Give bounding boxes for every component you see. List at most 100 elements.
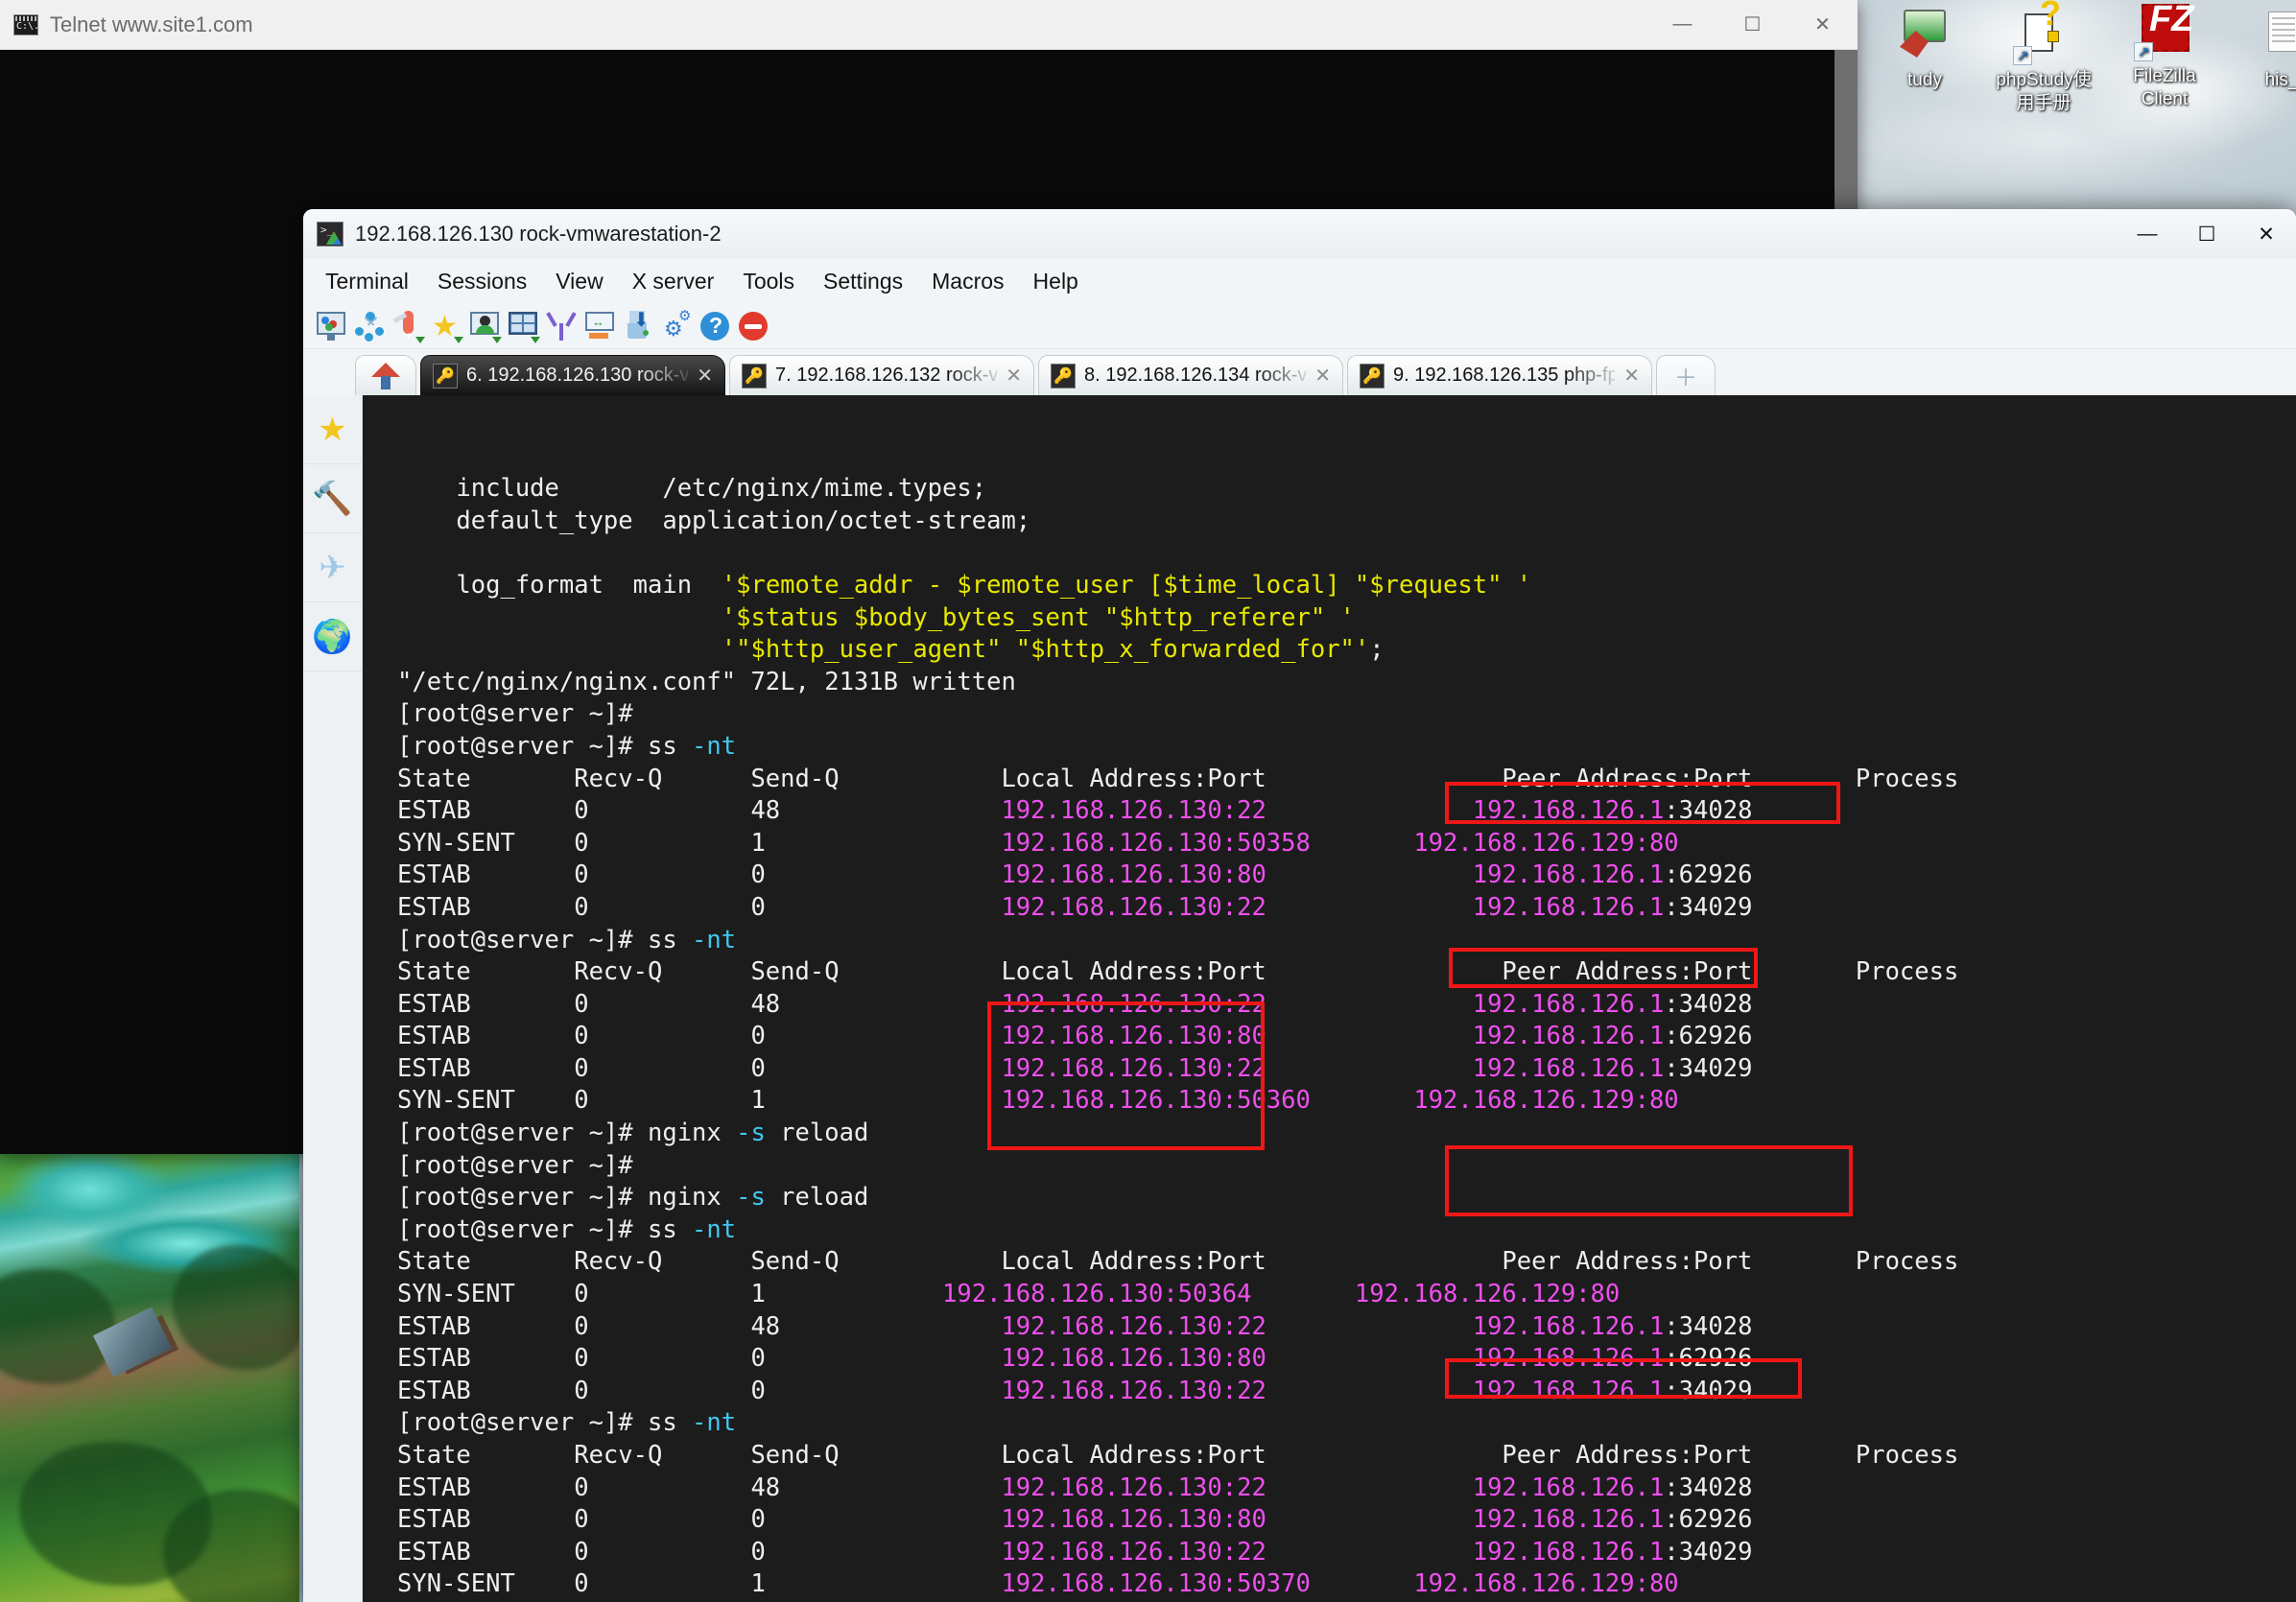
terminal-text: ESTAB 0 0 — [397, 860, 942, 889]
tab-close-icon[interactable]: ✕ — [1314, 364, 1331, 388]
terminal-text: 192.168.126.130:22 192.168.126.1 — [942, 796, 1664, 825]
terminal-text: '$remote_addr - $remote_user [$time_loca… — [722, 571, 1531, 600]
terminal-text: State Recv-Q Send-Q Local Address:Port P… — [397, 1247, 1958, 1276]
menu-item-tools[interactable]: Tools — [728, 263, 809, 300]
desktop-icon-phpstudy-manual[interactable]: ? ↗ phpStudy使 用手册 — [1986, 6, 2101, 115]
session-icon[interactable] — [315, 310, 347, 342]
star-icon[interactable]: ★ — [430, 310, 462, 342]
terminal-text: ESTAB 0 0 — [397, 1054, 942, 1083]
telnet-window-controls[interactable]: — ☐ ✕ — [1647, 0, 1858, 50]
terminal-text: default_type application/octet-stream; — [397, 507, 1030, 535]
menu-item-view[interactable]: View — [541, 263, 617, 300]
terminal-line: ESTAB 0 0 192.168.126.130:80 192.168.126… — [397, 1021, 2296, 1053]
terminal-line — [397, 537, 2296, 570]
mobaxterm-toolbar[interactable]: + ★ ↔ ⬇ — [303, 303, 2296, 349]
terminal-text: ESTAB 0 48 — [397, 796, 942, 825]
terminal-text: ESTAB 0 48 — [397, 1473, 942, 1502]
terminal-text: 192.168.126.130:80 192.168.126.1 — [942, 1344, 1664, 1373]
mobaxterm-menubar[interactable]: Terminal Sessions View X server Tools Se… — [303, 259, 2296, 303]
minimize-button[interactable]: — — [2118, 209, 2177, 259]
minimize-button[interactable]: — — [1647, 0, 1717, 50]
mobaxterm-titlebar[interactable]: 192.168.126.130 rock-vmwarestation-2 — ☐… — [303, 209, 2296, 259]
mobaxterm-window-controls[interactable]: — ☐ ✕ — [2118, 209, 2296, 259]
terminal-text: [root@server ~]# ss — [397, 732, 692, 761]
tab-close-icon[interactable]: ✕ — [1623, 364, 1640, 388]
terminal-text: [root@server ~]# nginx — [397, 1119, 736, 1147]
menu-item-sessions[interactable]: Sessions — [423, 263, 541, 300]
packages-gear-icon[interactable]: ⚙ ⚙ — [660, 310, 693, 342]
key-icon: 🔑 — [433, 364, 458, 389]
menu-item-terminal[interactable]: Terminal — [311, 263, 423, 300]
desktop-icon-label: phpStudy使 用手册 — [1986, 69, 2101, 115]
menu-item-macros[interactable]: Macros — [917, 263, 1018, 300]
key-icon: 🔑 — [1051, 364, 1076, 389]
new-tab-button[interactable]: ＋ — [1656, 355, 1716, 395]
tab-close-icon[interactable]: ✕ — [1006, 364, 1022, 388]
tools-icon[interactable]: + — [391, 310, 424, 342]
terminal-text: ESTAB 0 48 — [397, 1312, 942, 1341]
terminal-output[interactable]: include /etc/nginx/mime.types; default_t… — [363, 395, 2296, 1602]
maximize-button[interactable]: ☐ — [1717, 0, 1787, 50]
terminal-text: :34028 — [1664, 796, 1752, 825]
terminal-text: ESTAB 0 0 — [397, 1538, 942, 1567]
tab-home[interactable] — [355, 355, 416, 395]
terminal-text: [root@server ~]# ss — [397, 926, 692, 954]
terminal-text: 192.168.126.130:22 192.168.126.1 — [942, 1538, 1664, 1567]
mobaxterm-tabstrip[interactable]: 🔑 6. 192.168.126.130 rock-vmwares ✕ 🔑 7.… — [303, 349, 2296, 395]
menu-item-xserver[interactable]: X server — [618, 263, 729, 300]
sidebar-item-globe[interactable]: 🌍 — [303, 602, 362, 671]
terminal-text: 192.168.126.130:22 192.168.126.1 — [942, 1312, 1664, 1341]
mobaxterm-window[interactable]: 192.168.126.130 rock-vmwarestation-2 — ☐… — [303, 209, 2296, 1602]
tab-label: 6. 192.168.126.130 rock-vmwares — [466, 365, 688, 387]
terminal-line: ESTAB 0 0 192.168.126.130:22 192.168.126… — [397, 1537, 2296, 1569]
terminal-text: :34029 — [1664, 893, 1752, 922]
tab-session-9[interactable]: 🔑 9. 192.168.126.135 php-fpm ✕ — [1347, 355, 1652, 395]
mobaxterm-icon — [317, 222, 343, 247]
terminal-line: [root@server ~]# ss -nt — [397, 731, 2296, 764]
terminal-text: :34028 — [1664, 990, 1752, 1019]
close-button[interactable]: ✕ — [2237, 209, 2296, 259]
menu-item-settings[interactable]: Settings — [809, 263, 917, 300]
split-branch-icon[interactable] — [545, 310, 578, 342]
servers-icon[interactable] — [353, 310, 386, 342]
terminal-text: :62926 — [1664, 1022, 1752, 1050]
sessions-user-icon[interactable] — [468, 310, 501, 342]
desktop-icon-his[interactable]: his_ — [2224, 6, 2296, 92]
tab-session-7[interactable]: 🔑 7. 192.168.126.132 rock-vmwarest ✕ — [729, 355, 1034, 395]
menu-item-help[interactable]: Help — [1019, 263, 1093, 300]
terminal-line: ESTAB 0 0 192.168.126.130:22 192.168.126… — [397, 892, 2296, 925]
exit-icon[interactable] — [737, 310, 769, 342]
terminal-text: ESTAB 0 0 — [397, 1505, 942, 1534]
terminal-text: ESTAB 0 0 — [397, 1377, 942, 1405]
terminal-line: [root@server ~]# ss -nt — [397, 1214, 2296, 1247]
tunneling-download-icon[interactable]: ⬇ — [622, 310, 654, 342]
tab-close-icon[interactable]: ✕ — [697, 364, 713, 388]
terminal-text: ESTAB 0 0 — [397, 1022, 942, 1050]
document-question-icon: ? ↗ — [2015, 6, 2072, 63]
help-icon[interactable]: ? — [698, 310, 731, 342]
view-grid-icon[interactable] — [507, 310, 539, 342]
telnet-scrollbar[interactable] — [1834, 50, 1858, 223]
terminal-text: reload — [766, 1183, 868, 1212]
terminal-text: ESTAB 0 0 — [397, 893, 942, 922]
sidebar-item-tools[interactable]: 🔨 — [303, 464, 362, 533]
tab-session-8[interactable]: 🔑 8. 192.168.126.134 rock-vmwarest ✕ — [1038, 355, 1343, 395]
sidebar-item-macros[interactable]: ✈ — [303, 533, 362, 602]
sidebar-item-star[interactable]: ★ — [303, 395, 362, 464]
maximize-button[interactable]: ☐ — [2177, 209, 2237, 259]
telnet-titlebar[interactable]: Telnet www.site1.com — ☐ ✕ — [0, 0, 1858, 50]
tab-session-6[interactable]: 🔑 6. 192.168.126.130 rock-vmwares ✕ — [420, 355, 725, 395]
terminal-text: 192.168.126.130:22 192.168.126.1 — [942, 990, 1664, 1019]
multiexec-icon[interactable]: ↔ — [583, 310, 616, 342]
terminal-line: '$status $body_bytes_sent "$http_referer… — [397, 602, 2296, 635]
terminal-line: ESTAB 0 0 192.168.126.130:80 192.168.126… — [397, 1343, 2296, 1376]
desktop-icon-filezilla[interactable]: FZ ↗ FileZilla Client — [2107, 2, 2222, 111]
terminal-text: 192.168.126.130:22 192.168.126.1 — [942, 1377, 1664, 1405]
desktop-icon-phpstudy[interactable]: tudy — [1867, 6, 1982, 92]
terminal-text: SYN-SENT 0 1 — [397, 1280, 942, 1308]
terminal-text: [root@server ~]# nginx — [397, 1183, 736, 1212]
tab-label: 9. 192.168.126.135 php-fpm — [1393, 365, 1615, 387]
mobaxterm-sidebar[interactable]: ★ 🔨 ✈ 🌍 — [303, 395, 363, 1602]
terminal-text: SYN-SENT 0 1 — [397, 829, 942, 858]
close-button[interactable]: ✕ — [1787, 0, 1858, 50]
